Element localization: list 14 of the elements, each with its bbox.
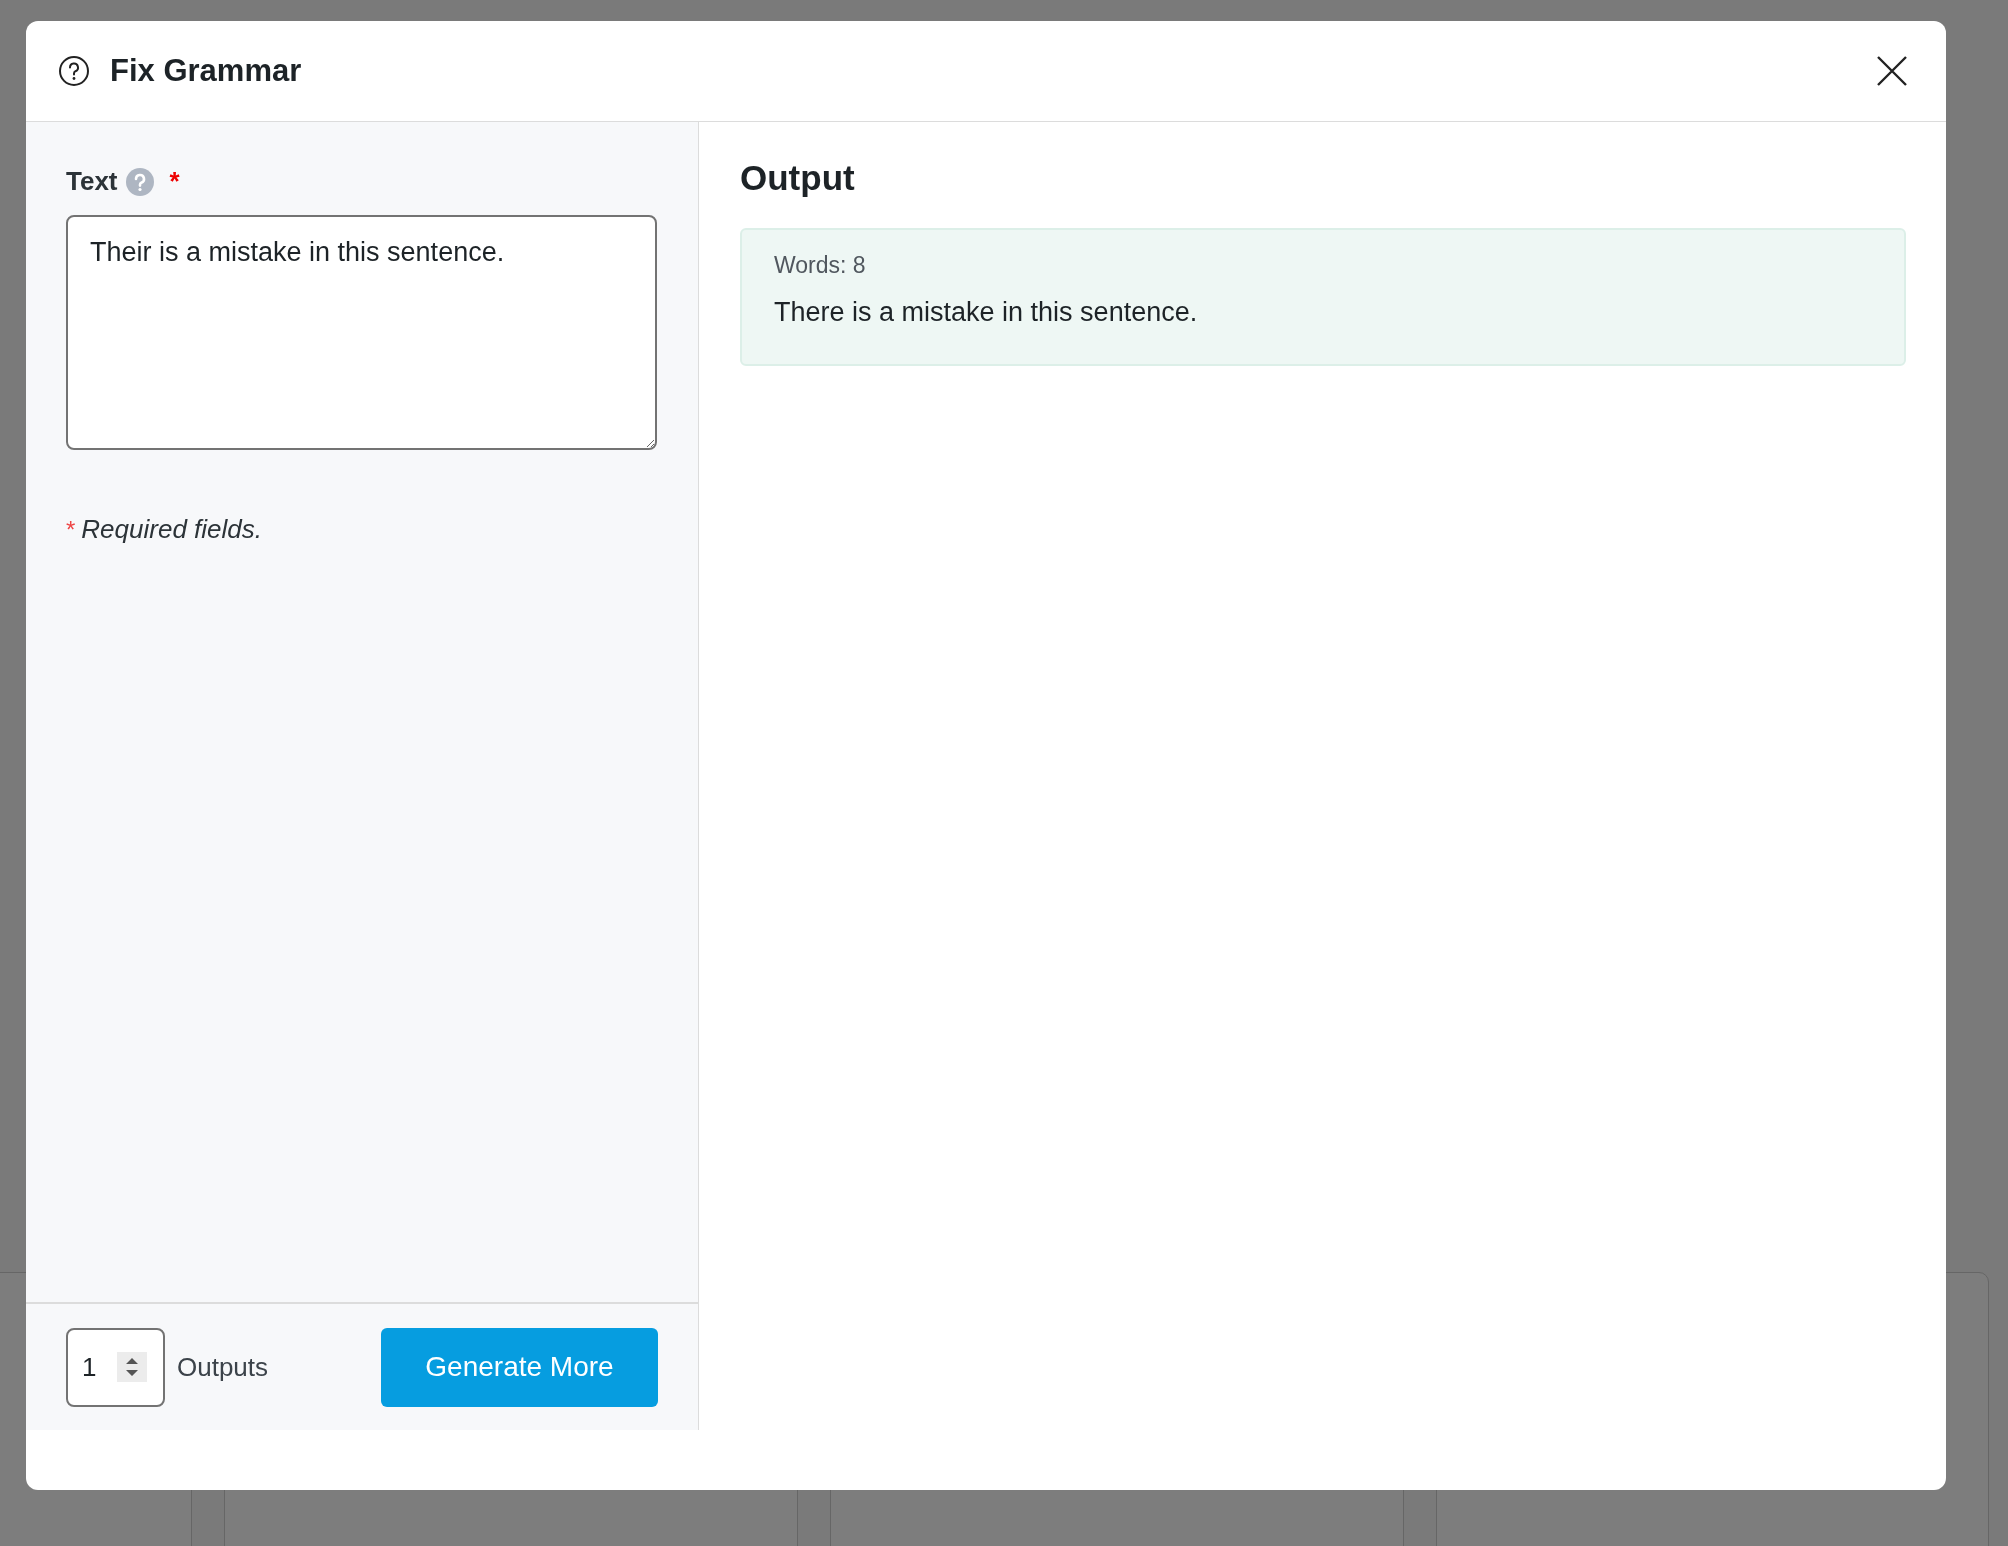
word-count: Words: 8 (774, 252, 866, 279)
required-mark: * (169, 166, 180, 197)
output-heading: Output (740, 158, 856, 198)
required-mark: * (66, 516, 76, 544)
close-icon[interactable] (1876, 55, 1908, 87)
result-text: There is a mistake in this sentence. (774, 297, 1198, 328)
outputs-label: Outputs (177, 1351, 270, 1383)
outputs-count-field[interactable]: 1 (66, 1327, 165, 1407)
field-label: Text (66, 166, 118, 197)
required-note: Required fields. (81, 514, 262, 545)
stepper-icon[interactable] (117, 1352, 147, 1382)
dialog-title: Fix Grammar (110, 53, 303, 89)
help-icon[interactable] (58, 55, 90, 87)
text-input[interactable]: Their is a mistake in this sentence. (66, 215, 657, 450)
